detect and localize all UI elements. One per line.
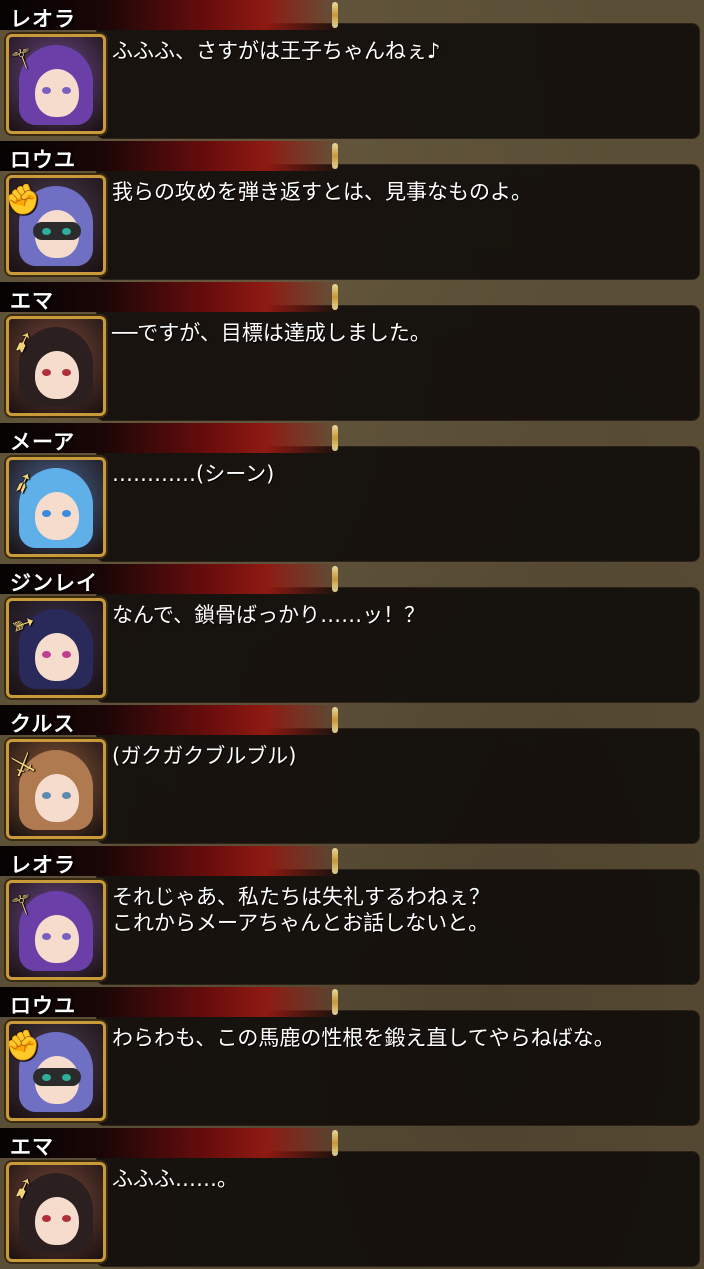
dialogue-entry: メーア ➶ …………(シーン) xyxy=(0,423,704,564)
dialogue-entry: レオラ ⚚ それじゃあ、私たちは失礼するわねぇ？ これからメーアちゃんとお話しないと。 xyxy=(0,846,704,987)
dialogue-entry: ロウユ ✊ 我らの攻めを弾き返すとは、見事なものよ。 xyxy=(0,141,704,282)
character-portrait: ⚚ xyxy=(6,880,106,980)
speaker-name-bar: ロウユ xyxy=(0,141,340,172)
speaker-name-bar: ロウユ xyxy=(0,987,340,1018)
dialogue-text: ふふふ……。 xyxy=(112,1167,238,1191)
dialogue-text: (ガクガクブルブル) xyxy=(112,744,297,768)
speaker-name-bar: メーア xyxy=(0,423,340,454)
dialogue-entry: クルス ⚔ (ガクガクブルブル) xyxy=(0,705,704,846)
dialogue-text: 我らの攻めを弾き返すとは、見事なものよ。 xyxy=(112,180,532,204)
dialogue-text: …………(シーン) xyxy=(112,462,275,486)
dialogue-entry: レオラ ⚚ ふふふ、さすがは王子ちゃんねぇ♪ xyxy=(0,0,704,141)
dialogue-text: それじゃあ、私たちは失礼するわねぇ？ xyxy=(112,885,490,909)
character-portrait: ⚚ xyxy=(6,34,106,134)
speaker-name-bar: レオラ xyxy=(0,846,340,877)
speaker-name: エマ xyxy=(10,1135,54,1159)
character-portrait: ➶ xyxy=(6,457,106,557)
speaker-name: ロウユ xyxy=(10,994,76,1018)
dialogue-text: なんで、鎖骨ばっかり……ッ！？ xyxy=(112,603,426,627)
speaker-name: クルス xyxy=(10,712,76,736)
speaker-name-bar: エマ xyxy=(0,282,340,313)
character-portrait: ➹ xyxy=(6,316,106,416)
dialogue-text: ──ですが、目標は達成しました。 xyxy=(112,321,431,345)
speaker-name-bar: エマ xyxy=(0,1128,340,1159)
dialogue-text: ふふふ、さすがは王子ちゃんねぇ♪ xyxy=(112,39,441,63)
character-portrait: ➹ xyxy=(6,1162,106,1262)
dialogue-entry: ジンレイ ➳ なんで、鎖骨ばっかり……ッ！？ xyxy=(0,564,704,705)
dialogue-text: これからメーアちゃんとお話しないと。 xyxy=(112,911,490,935)
speaker-name-bar: ジンレイ xyxy=(0,564,340,595)
dialogue-log: レオラ ⚚ ふふふ、さすがは王子ちゃんねぇ♪ ロウユ ✊ 我らの攻めを弾き返すとは、見事な… xyxy=(0,0,704,1269)
speaker-name-bar: レオラ xyxy=(0,0,340,31)
speaker-name: メーア xyxy=(10,430,76,454)
speaker-name-bar: クルス xyxy=(0,705,340,736)
speaker-name: エマ xyxy=(10,289,54,313)
speaker-name: ジンレイ xyxy=(10,571,98,595)
dialogue-entry: エマ ➹ ふふふ……。 xyxy=(0,1128,704,1269)
dialogue-entry: ロウユ ✊ わらわも、この馬鹿の性根を鍛え直してやらねばな。 xyxy=(0,987,704,1128)
character-portrait: ⚔ xyxy=(6,739,106,839)
speaker-name: レオラ xyxy=(10,853,76,877)
dialogue-text: わらわも、この馬鹿の性根を鍛え直してやらねばな。 xyxy=(112,1026,615,1050)
character-portrait: ➳ xyxy=(6,598,106,698)
character-portrait: ✊ xyxy=(6,175,106,275)
character-portrait: ✊ xyxy=(6,1021,106,1121)
speaker-name: レオラ xyxy=(10,7,76,31)
dialogue-entry: エマ ➹ ──ですが、目標は達成しました。 xyxy=(0,282,704,423)
speaker-name: ロウユ xyxy=(10,148,76,172)
